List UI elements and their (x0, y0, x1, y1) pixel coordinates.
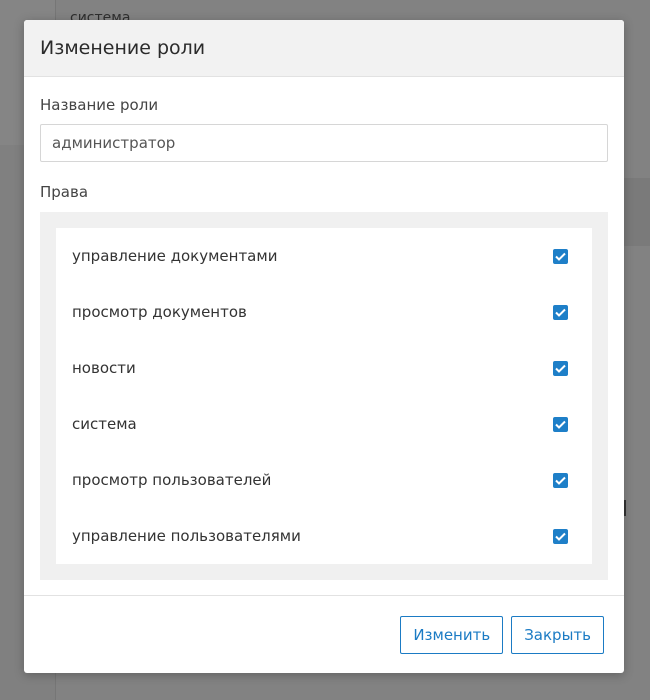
permission-checkbox[interactable] (553, 304, 568, 320)
permission-checkbox[interactable] (553, 528, 568, 544)
permissions-label: Права (40, 183, 89, 201)
permission-label: просмотр документов (72, 303, 247, 321)
permission-checkbox[interactable] (553, 472, 568, 488)
permission-checkbox[interactable] (553, 248, 568, 264)
permissions-list: управление документами просмотр документ… (56, 228, 592, 564)
check-icon (555, 364, 566, 373)
close-button[interactable]: Закрыть (511, 615, 604, 654)
role-name-input[interactable] (40, 124, 608, 162)
permission-item-users-view[interactable]: просмотр пользователей (56, 452, 592, 508)
save-button[interactable]: Изменить (400, 615, 504, 654)
check-icon (555, 476, 566, 485)
background-side-band (624, 178, 650, 246)
modal-body: Название роли Права управление документа… (24, 77, 624, 580)
permission-label: просмотр пользователей (72, 471, 272, 489)
permission-item-system[interactable]: система (56, 396, 592, 452)
permission-item-documents-view[interactable]: просмотр документов (56, 284, 592, 340)
permission-checkbox[interactable] (553, 360, 568, 376)
permission-label: новости (72, 359, 136, 377)
permission-item-users-manage[interactable]: управление пользователями (56, 508, 592, 564)
check-icon (555, 308, 566, 317)
background-mark (624, 500, 626, 516)
modal-title: Изменение роли (40, 37, 206, 59)
check-icon (555, 420, 566, 429)
permission-checkbox[interactable] (553, 416, 568, 432)
check-icon (555, 252, 566, 261)
permission-item-documents-manage[interactable]: управление документами (56, 228, 592, 284)
permission-label: система (72, 415, 137, 433)
check-icon (555, 532, 566, 541)
role-name-label: Название роли (40, 96, 159, 114)
modal-footer: Изменить Закрыть (24, 595, 624, 673)
permission-item-news[interactable]: новости (56, 340, 592, 396)
modal-header: Изменение роли (24, 20, 624, 77)
permission-label: управление пользователями (72, 527, 301, 545)
edit-role-modal: Изменение роли Название роли Права управ… (24, 20, 624, 673)
permissions-box: управление документами просмотр документ… (40, 212, 608, 580)
permission-label: управление документами (72, 247, 278, 265)
